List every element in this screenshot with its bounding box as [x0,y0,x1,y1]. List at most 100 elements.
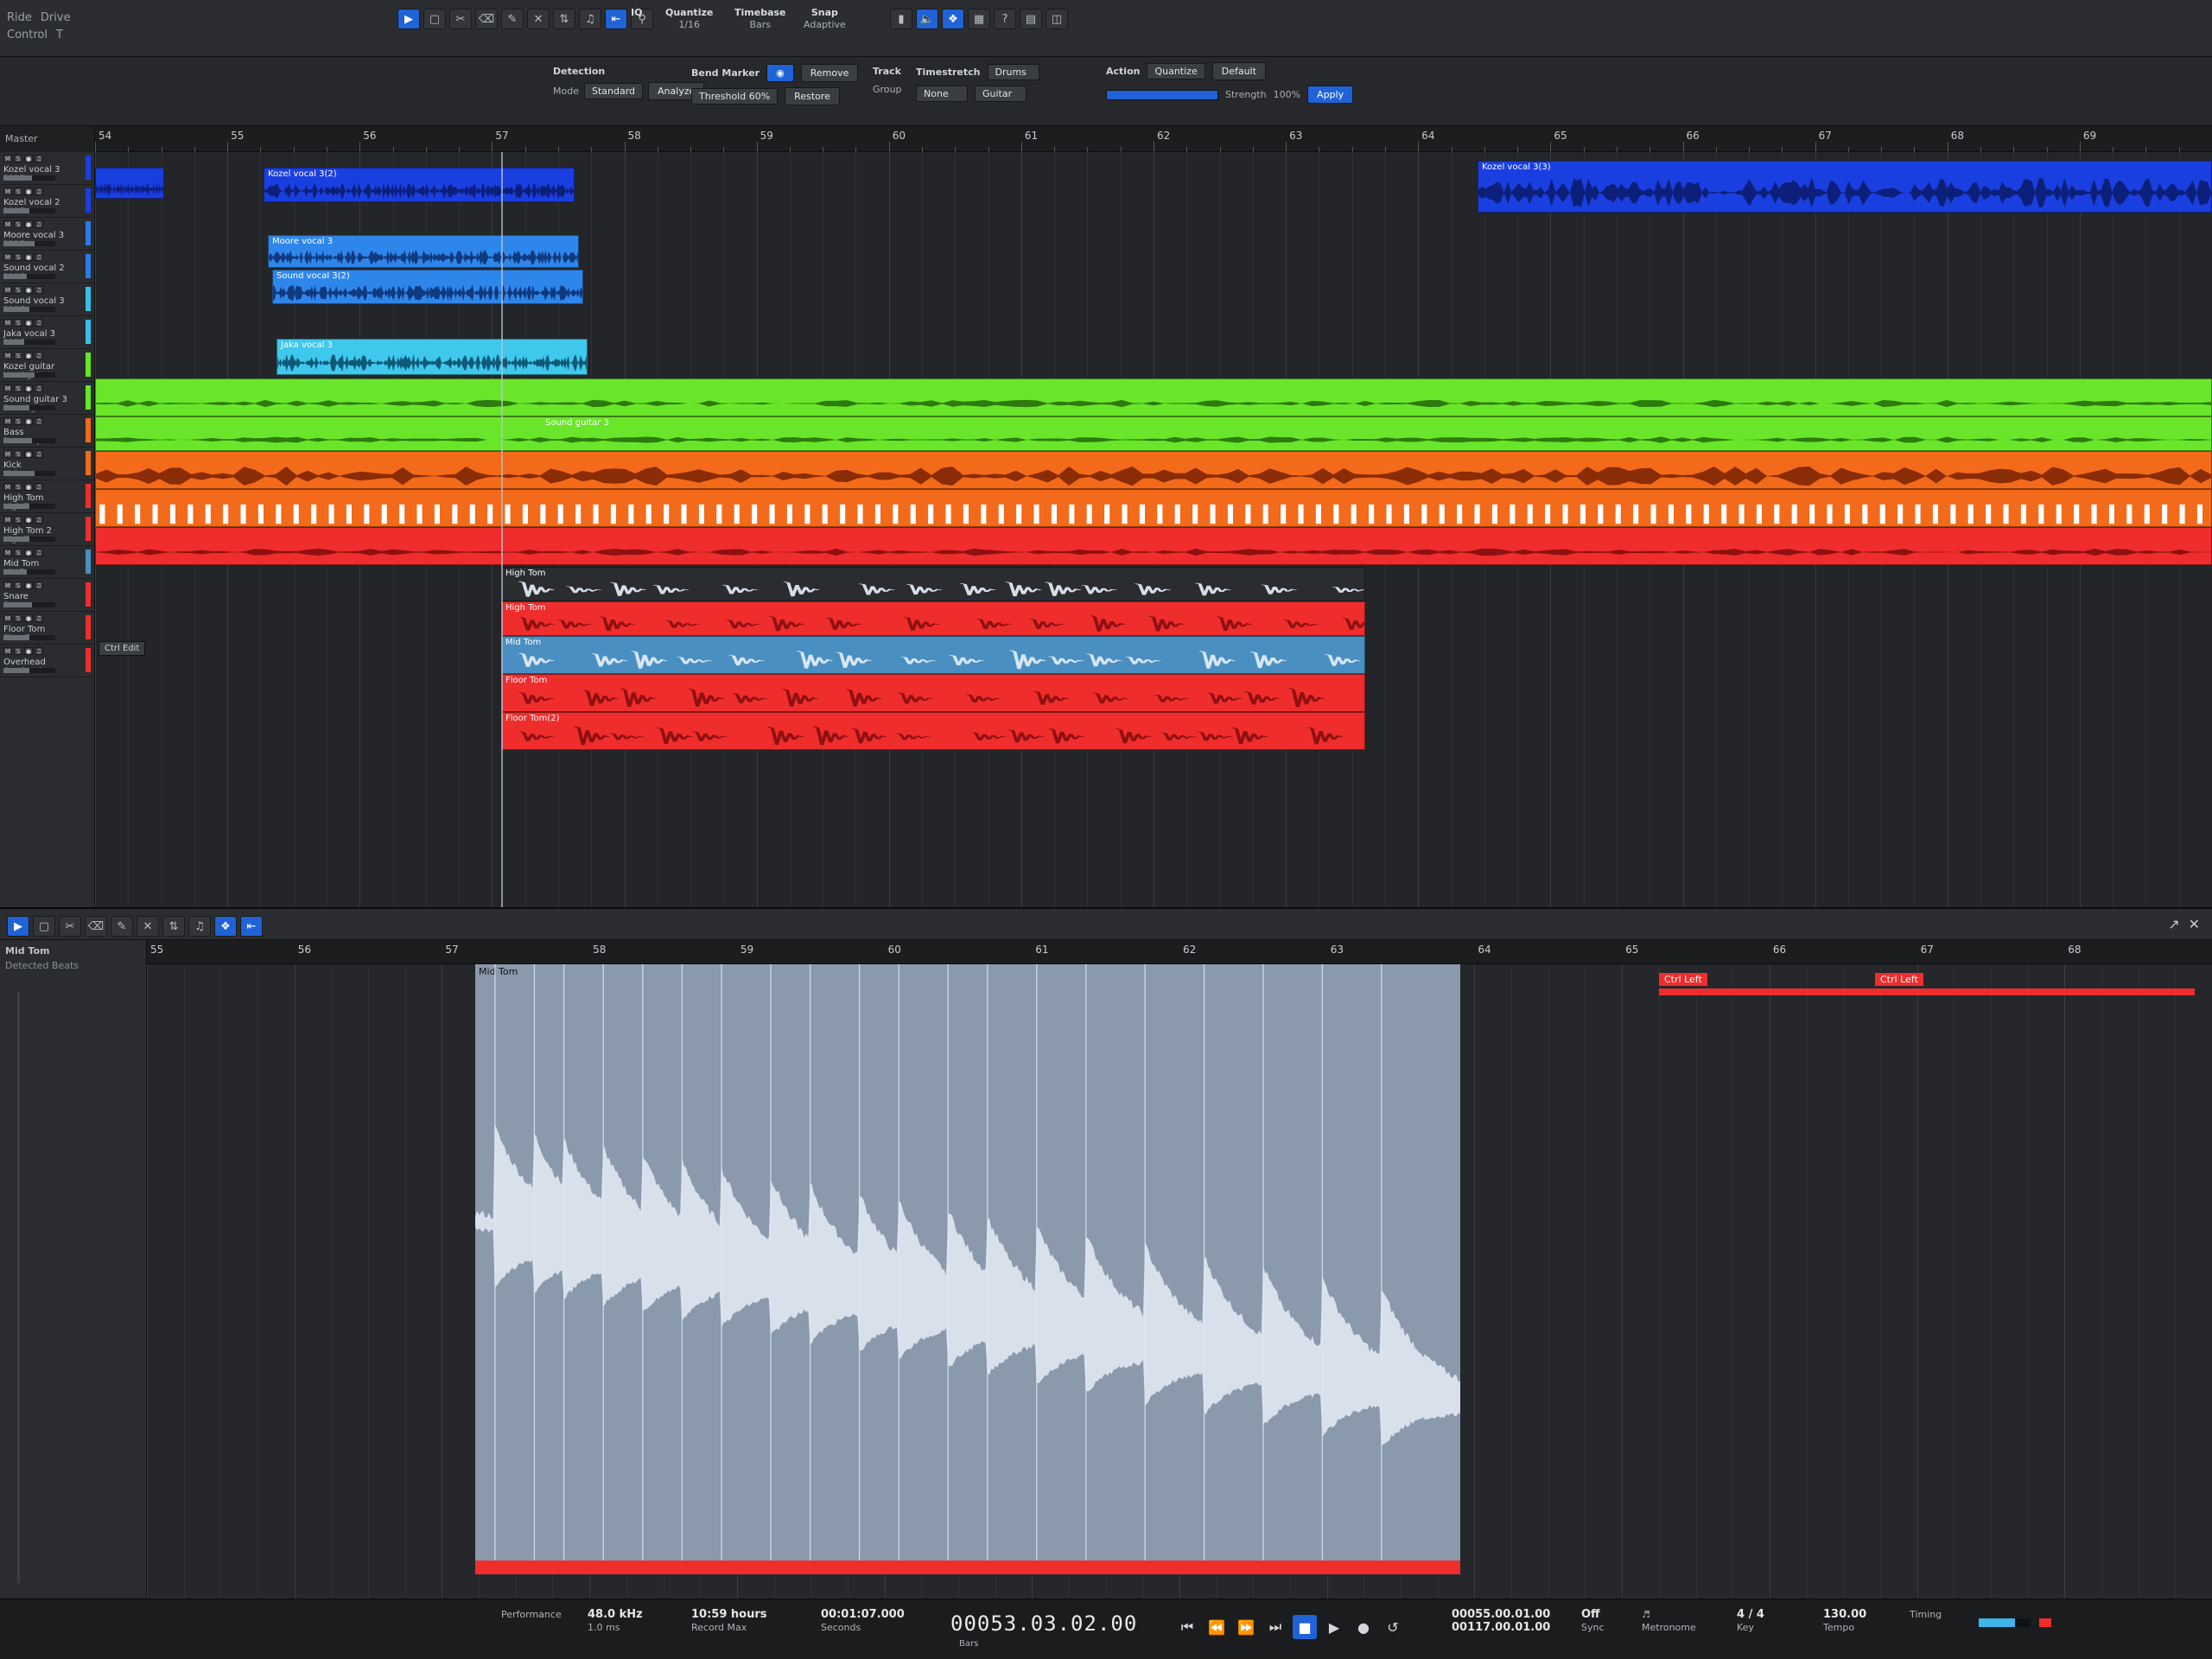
detection-mode-select[interactable]: Standard [583,83,644,99]
tempo-readout[interactable]: 130.00 Tempo [1823,1608,1866,1634]
solo-button[interactable]: S [14,647,22,655]
solo-button[interactable]: S [14,188,22,195]
clip-kick[interactable] [95,489,2212,527]
solo-button[interactable]: S [14,385,22,392]
mute-button[interactable]: M [3,582,12,589]
clip-vocal-small-1[interactable] [95,168,164,199]
track-volume-slider[interactable] [3,569,55,575]
track-header[interactable]: MS●♫KickKick [0,448,94,480]
action-select[interactable]: Quantize [1147,63,1205,79]
remove-button[interactable]: Remove [800,64,859,82]
track-header[interactable]: MS●♫Kozel guitarVocal guitar [0,349,94,382]
record-arm-button[interactable]: ● [24,188,33,195]
record-panel-icon[interactable]: ▮ [890,9,912,29]
clip-high-tom[interactable]: High Tom [501,567,1365,601]
default-button[interactable]: Default [1211,62,1266,80]
clip-mid-tom[interactable]: Mid Tom [501,636,1365,674]
track-volume-slider[interactable] [3,274,55,279]
record-arm-button[interactable]: ● [24,549,33,556]
solo-button[interactable]: S [14,582,22,589]
track-header[interactable]: MS●♫OverheadOverhead [0,645,94,677]
paint-icon[interactable]: ✎ [501,9,524,29]
monitor-button[interactable]: ♫ [35,155,43,162]
track-volume-slider[interactable] [3,471,55,476]
editor-ruler[interactable]: 55 56 57 58 59 60 61 62 63 64 65 66 67 68 [147,940,2212,964]
clip-high-tom-2[interactable]: High Tom [501,601,1365,636]
bend-tool-active-icon[interactable]: ⇤ [605,9,627,29]
editor-mute-icon[interactable]: ✕ [137,916,159,937]
record-arm-button[interactable]: ● [24,483,33,491]
play-icon[interactable]: ▶ [1322,1615,1346,1639]
clip-high-tom-full[interactable] [95,527,2212,565]
track-volume-slider[interactable] [3,635,55,640]
monitor-button[interactable]: ♫ [35,614,43,622]
editor-level-rail[interactable] [17,992,20,1583]
track-header[interactable]: MS●♫Kozel vocal 3R2DE [0,152,94,185]
mute-icon[interactable]: ✕ [527,9,550,29]
mute-button[interactable]: M [3,188,12,195]
arrange-ruler[interactable]: 54 55 56 57 58 59 60 61 62 63 64 65 66 67 68 69 [95,126,2212,152]
track-volume-slider[interactable] [3,602,55,607]
clip-sound-guitar[interactable]: Sound guitar 3 [95,416,2212,451]
mute-button[interactable]: M [3,286,12,294]
solo-button[interactable]: S [14,155,22,162]
monitor-button[interactable]: ♫ [35,286,43,294]
mute-button[interactable]: M [3,516,12,524]
monitor-button[interactable]: ♫ [35,516,43,524]
clip-indicator[interactable] [2039,1618,2051,1627]
record-arm-button[interactable]: ● [24,286,33,294]
track-header[interactable]: MS●♫Mid TomMid Tom [0,546,94,579]
mute-button[interactable]: M [3,647,12,655]
solo-button[interactable]: S [14,516,22,524]
mute-button[interactable]: M [3,385,12,392]
timestretch-sub-select[interactable]: Guitar [975,86,1027,102]
show-markers-icon[interactable]: ◉ [766,64,794,82]
editor-event[interactable]: Mid Tom [475,964,1460,1560]
apply-button[interactable]: Apply [1307,86,1354,104]
track-volume-slider[interactable] [3,504,55,509]
help-icon[interactable]: ? [994,9,1016,29]
sync-readout[interactable]: Off Sync [1581,1608,1605,1634]
record-arm-button[interactable]: ● [24,385,33,392]
speaker-icon[interactable]: 🔈 [916,9,938,29]
monitor-button[interactable]: ♫ [35,188,43,195]
solo-button[interactable]: S [14,614,22,622]
group-select[interactable]: None [916,86,968,102]
solo-button[interactable]: S [14,352,22,359]
track-volume-slider[interactable] [3,208,55,213]
record-arm-button[interactable]: ● [24,155,33,162]
edit-label-chip[interactable]: Ctrl Edit [99,641,146,656]
end-icon[interactable]: ⏭ [1263,1615,1287,1639]
time-signature-readout[interactable]: 4 / 4 Key [1737,1608,1764,1634]
mute-button[interactable]: M [3,220,12,228]
track-header[interactable]: MS●♫Moore vocal 3R2DE [0,218,94,251]
mute-button[interactable]: M [3,155,12,162]
threshold-field[interactable]: Threshold 60% [691,88,779,105]
editor-range-icon[interactable]: ▢ [33,916,55,937]
record-arm-button[interactable]: ● [24,450,33,458]
track-header[interactable]: MS●♫Sound guitar 3Sound guitar [0,382,94,415]
track-header[interactable]: MS●♫Kozel vocal 2R2DE [0,185,94,218]
clip-floor-tom[interactable]: Floor Tom [501,674,1365,712]
clip-jaka-vocal[interactable]: Jaka vocal 3 [276,339,588,375]
monitor-button[interactable]: ♫ [35,417,43,425]
editor-close-icon[interactable]: ✕ [2189,916,2200,932]
mixer-icon[interactable]: ▤ [1020,9,1042,29]
snap-selector[interactable]: Snap Adaptive [804,7,846,31]
timestretch-select[interactable]: Drums [987,64,1039,80]
editor-pointer-icon[interactable]: ▶ [7,916,29,937]
monitor-button[interactable]: ♫ [35,253,43,261]
stop-icon[interactable]: ■ [1293,1615,1317,1639]
track-header[interactable]: MS●♫SnareSnare [0,579,94,612]
track-volume-slider[interactable] [3,175,55,181]
return-to-zero-icon[interactable]: ⏮ [1175,1615,1199,1639]
editor-link-icon[interactable]: ❖ [214,916,237,937]
solo-button[interactable]: S [14,286,22,294]
grid-icon[interactable]: ▦ [968,9,990,29]
restore-button[interactable]: Restore [785,87,840,105]
split-icon[interactable]: ✂ [449,9,472,29]
editor-paint-icon[interactable]: ✎ [111,916,133,937]
solo-button[interactable]: S [14,253,22,261]
track-header[interactable]: MS●♫High TomHigh Tom [0,480,94,513]
mute-button[interactable]: M [3,549,12,556]
